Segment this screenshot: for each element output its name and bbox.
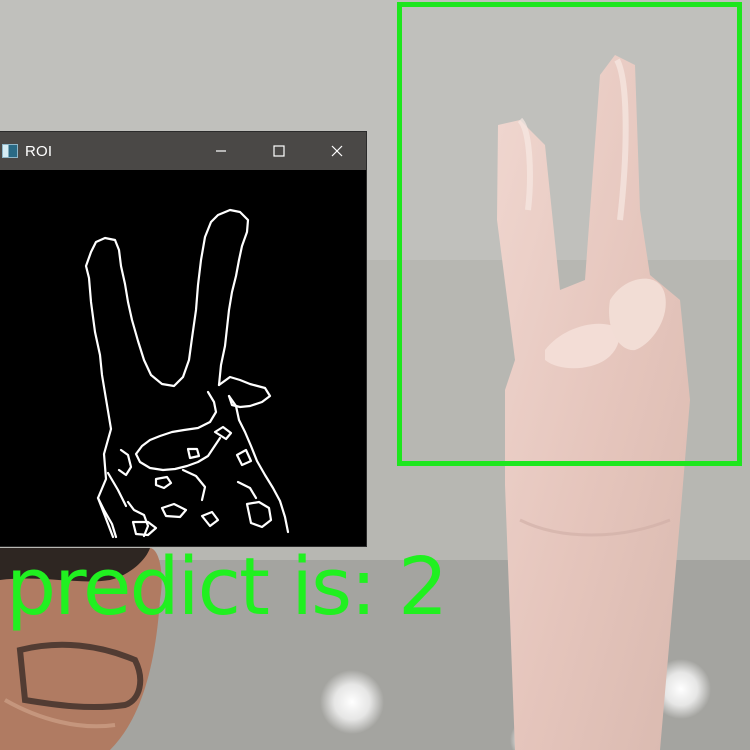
maximize-icon (273, 145, 285, 157)
close-button[interactable] (308, 132, 366, 170)
roi-edge-canvas (0, 170, 366, 546)
hand-edge-image (84, 208, 290, 539)
roi-titlebar[interactable]: ROI (0, 132, 366, 170)
prediction-text: predict is: 2 (6, 541, 448, 633)
minimize-icon (216, 150, 226, 152)
window-controls (192, 132, 366, 170)
minimize-button[interactable] (192, 132, 250, 170)
window-title: ROI (25, 142, 53, 160)
close-icon (331, 145, 343, 157)
hand-edge-outline (84, 208, 290, 539)
app-icon (2, 144, 18, 158)
maximize-button[interactable] (250, 132, 308, 170)
ceiling-light (320, 670, 384, 734)
camera-scene: ROI predict is: 2 (0, 0, 750, 750)
roi-window[interactable]: ROI (0, 132, 366, 546)
